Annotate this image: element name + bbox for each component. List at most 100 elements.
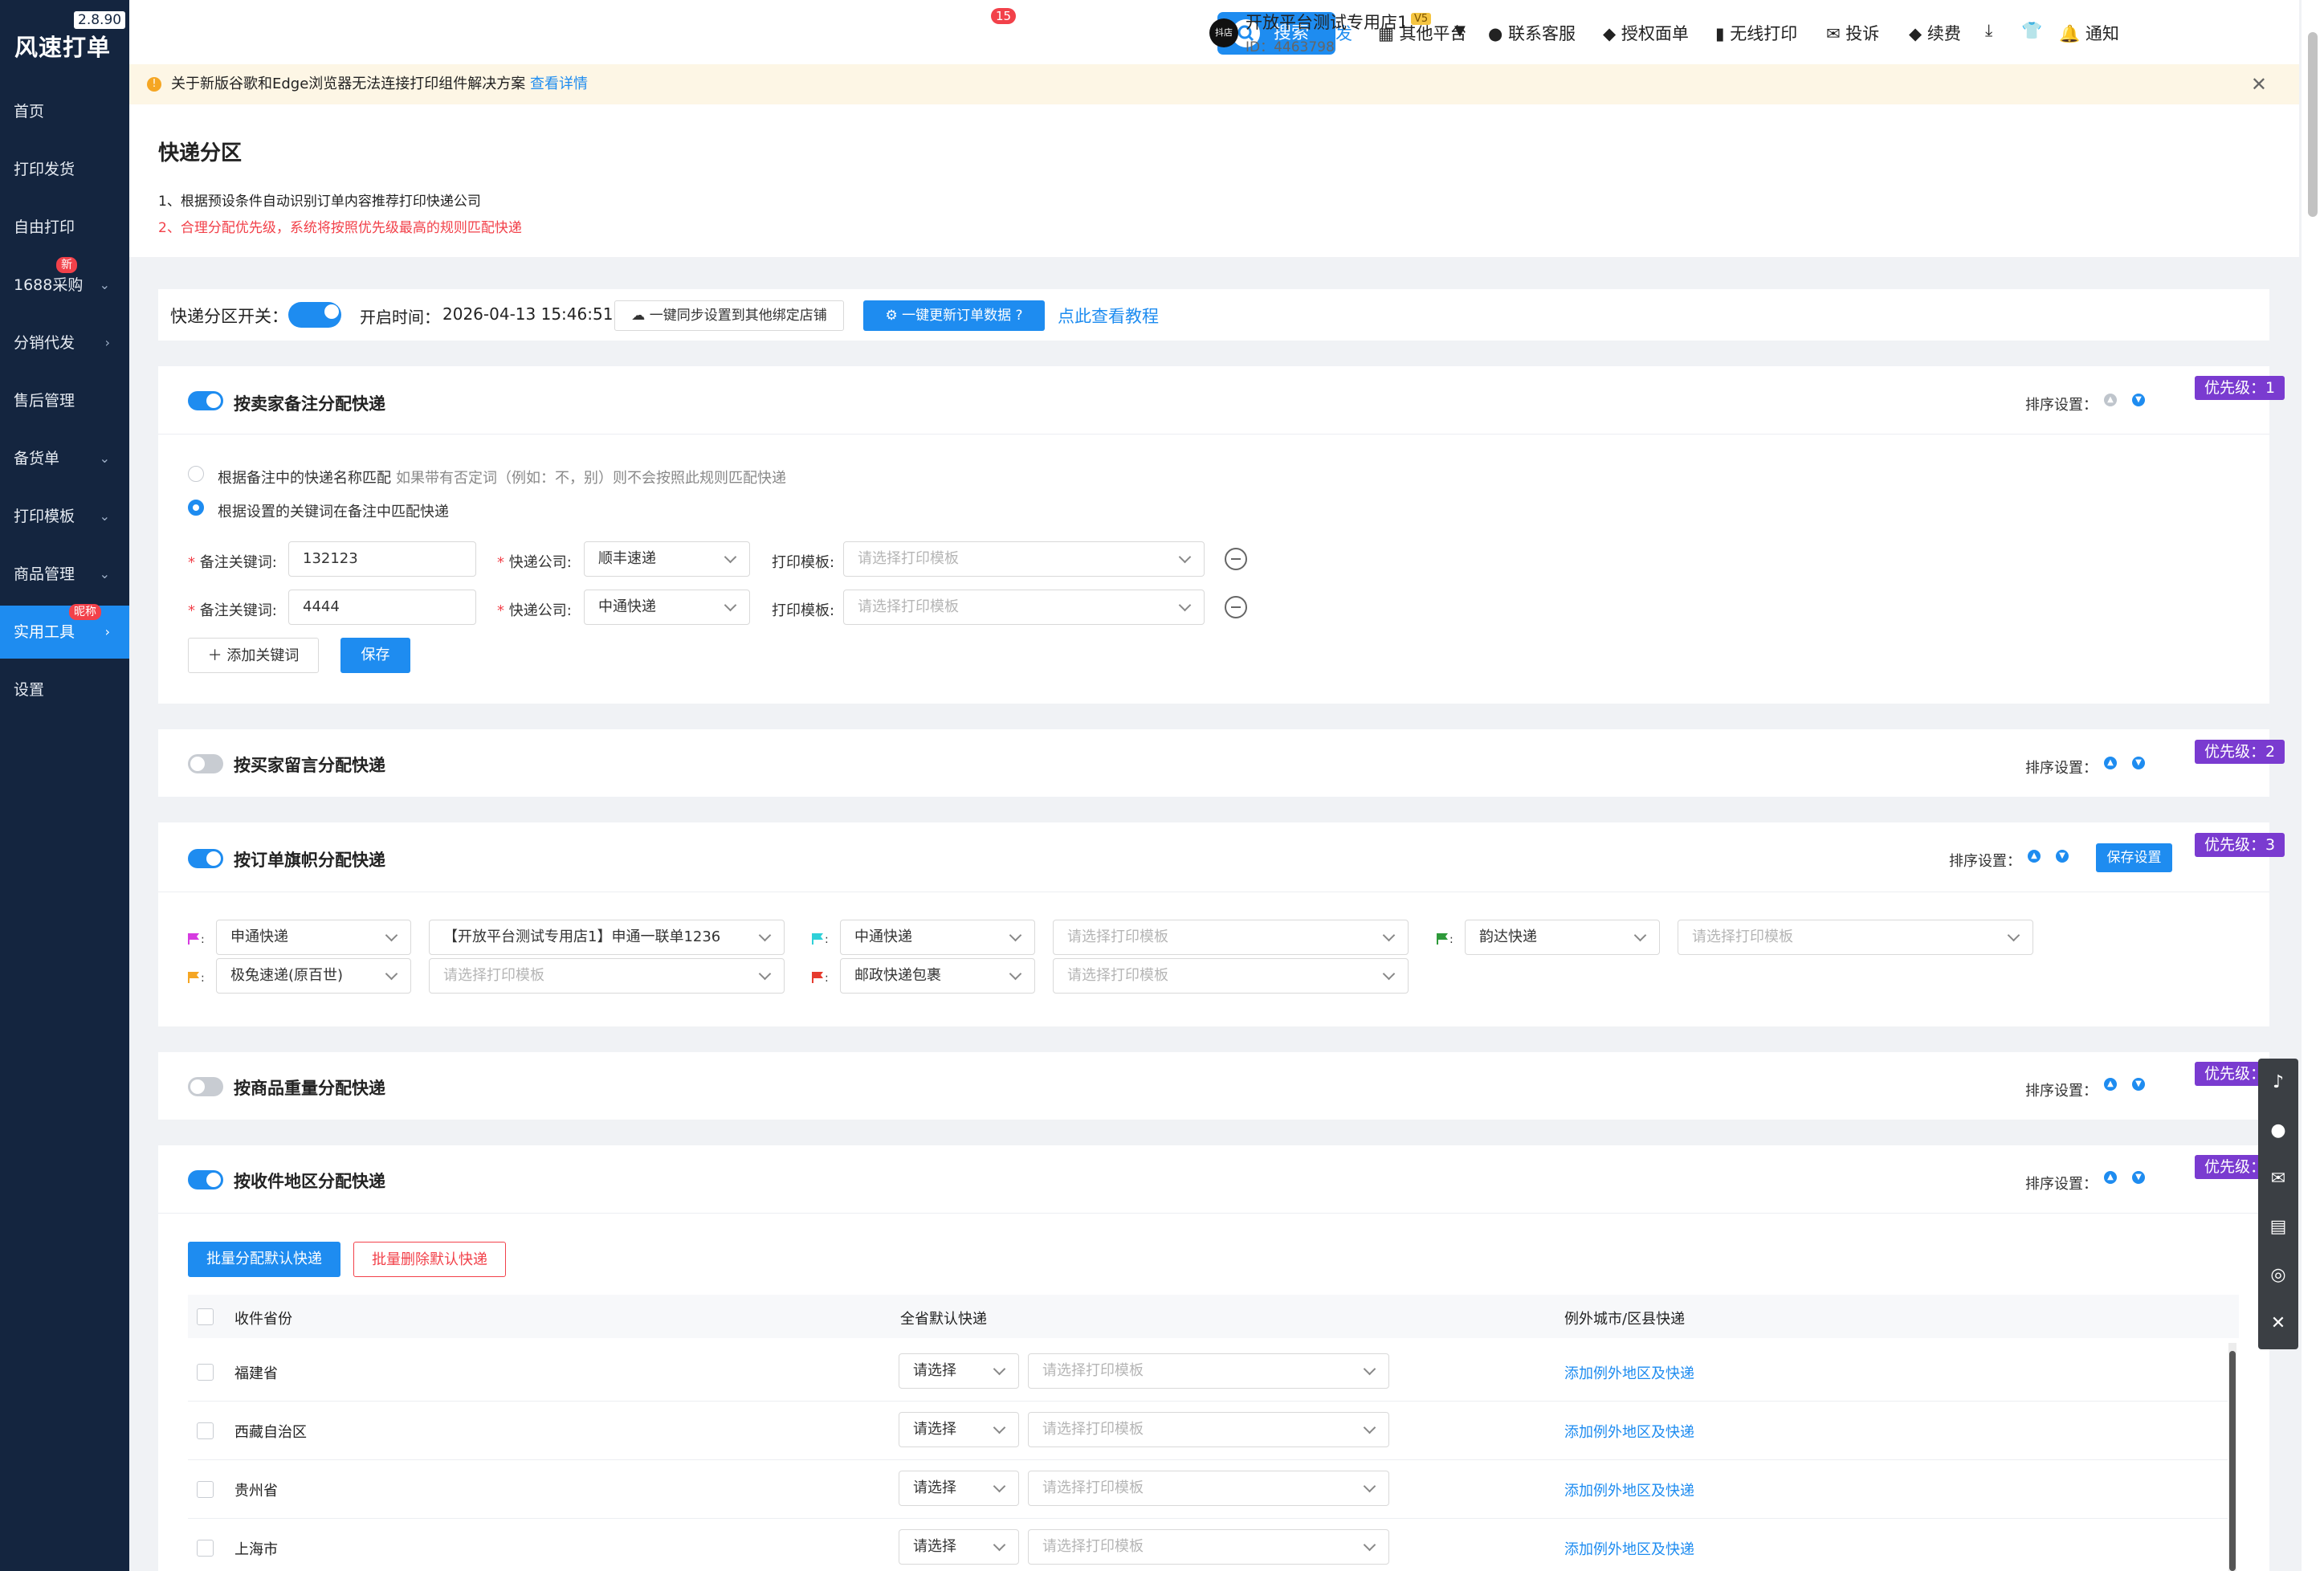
company-select[interactable]: 顺丰速递 <box>584 541 750 577</box>
page-scroll-thumb[interactable] <box>2308 32 2318 217</box>
flag-template-select[interactable]: 请选择打印模板 <box>1053 958 1409 994</box>
row-checkbox[interactable] <box>197 1364 214 1381</box>
sort-up-icon[interactable]: ▲ <box>2104 1171 2117 1184</box>
sidebar-item-7[interactable]: 打印模板 ⌄ <box>0 490 129 543</box>
flag-template-select[interactable]: 【开放平台测试专用店1】申通一联单1236 <box>429 920 785 955</box>
table-scroll-thumb[interactable] <box>2229 1351 2236 1571</box>
sort-up-icon[interactable]: ▲ <box>2028 850 2041 863</box>
page-scrollbar[interactable] <box>2302 0 2324 1571</box>
default-courier-select[interactable]: 请选择 <box>899 1529 1019 1565</box>
update-orders-button[interactable]: ⚙ 一键更新订单数据 ? <box>863 300 1045 331</box>
sidebar-item-10[interactable]: 设置 <box>0 663 129 716</box>
sort-down-icon[interactable]: ▼ <box>2132 394 2145 406</box>
avatar[interactable]: 抖店 <box>1209 18 1238 47</box>
shirt-icon[interactable]: 👕 <box>2021 21 2042 41</box>
keyword-input[interactable]: 132123 <box>288 541 476 577</box>
add-exception-link[interactable]: 添加例外地区及快递 <box>1564 1479 1694 1500</box>
flag-company-select[interactable]: 中通快递 <box>840 920 1035 955</box>
sort-down-icon[interactable]: ▼ <box>2132 1171 2145 1184</box>
table-scrollbar[interactable] <box>2228 1343 2236 1571</box>
remove-keyword-icon[interactable] <box>1225 596 1247 618</box>
radio-match-name[interactable] <box>188 466 204 482</box>
sort-down-icon[interactable]: ▼ <box>2132 757 2145 769</box>
app-logo[interactable]: 风速打单 <box>14 29 111 63</box>
compass-icon[interactable]: ◎ <box>2258 1251 2298 1300</box>
sidebar-item-6[interactable]: 备货单 ⌄ <box>0 432 129 485</box>
add-exception-link[interactable]: 添加例外地区及快递 <box>1564 1538 1694 1559</box>
flag-template-select[interactable]: 请选择打印模板 <box>1053 920 1409 955</box>
order-flag-toggle[interactable] <box>188 849 223 868</box>
flag-company-select[interactable]: 极兔速递(原百世) <box>216 958 411 994</box>
topbar-item-6[interactable]: 🔔 通知 <box>2059 21 2119 45</box>
sidebar-item-5[interactable]: 售后管理 <box>0 374 129 427</box>
topbar-item-2[interactable]: ◆ 授权面单 <box>1603 21 1689 45</box>
nav-badge: 新 <box>56 257 77 273</box>
select-all-checkbox[interactable] <box>197 1308 214 1325</box>
buyer-message-toggle[interactable] <box>188 754 223 773</box>
topbar-item-label: 无线打印 <box>1730 24 1798 43</box>
default-courier-select[interactable]: 请选择 <box>899 1412 1019 1447</box>
batch-delete-button[interactable]: 批量删除默认快递 <box>353 1242 506 1277</box>
flag-company-select[interactable]: 邮政快递包裹 <box>840 958 1035 994</box>
template-select[interactable]: 请选择打印模板 <box>843 541 1205 577</box>
sort-up-icon[interactable]: ▲ <box>2104 394 2117 406</box>
batch-assign-button[interactable]: 批量分配默认快递 <box>188 1242 340 1277</box>
add-exception-link[interactable]: 添加例外地区及快递 <box>1564 1421 1694 1442</box>
close-icon[interactable]: ✕ <box>2258 1300 2298 1348</box>
account-dropdown-icon[interactable]: ▼ <box>1454 22 1466 39</box>
sidebar-item-4[interactable]: 分销代发 › <box>0 316 129 369</box>
flag-company-select[interactable]: 韵达快递 <box>1465 920 1660 955</box>
sidebar-item-2[interactable]: 自由打印 <box>0 201 129 254</box>
row-checkbox[interactable] <box>197 1422 214 1439</box>
topbar-item-4[interactable]: ✉ 投诉 <box>1826 21 1879 45</box>
add-keyword-button[interactable]: ＋ 添加关键词 <box>188 638 319 673</box>
weight-toggle[interactable] <box>188 1077 223 1096</box>
shield-check-icon: ◆ <box>1909 24 1927 43</box>
update-orders-label: 一键更新订单数据 <box>902 308 1012 324</box>
topbar-item-1[interactable]: ● 联系客服 <box>1488 21 1576 45</box>
keyword-input[interactable]: 4444 <box>288 590 476 625</box>
sort-down-icon[interactable]: ▼ <box>2056 850 2069 863</box>
topbar-item-3[interactable]: ▮ 无线打印 <box>1715 21 1797 45</box>
remove-keyword-icon[interactable] <box>1225 548 1247 570</box>
template-select[interactable]: 请选择打印模板 <box>843 590 1205 625</box>
sidebar-item-0[interactable]: 首页 <box>0 85 129 138</box>
controls-bar: 快递分区开关： 开启时间： 2026-04-13 15:46:51 ☁ 一键同步… <box>158 289 2269 341</box>
default-template-select[interactable]: 请选择打印模板 <box>1028 1412 1389 1447</box>
seller-note-toggle[interactable] <box>188 391 223 410</box>
radio-match-keyword[interactable] <box>188 500 204 516</box>
sort-up-icon[interactable]: ▲ <box>2104 757 2117 769</box>
sidebar-item-9[interactable]: 实用工具 › 昵称 <box>0 604 129 659</box>
save-keywords-button[interactable]: 保存 <box>340 638 410 673</box>
sort-up-icon[interactable]: ▲ <box>2104 1078 2117 1091</box>
default-template-select[interactable]: 请选择打印模板 <box>1028 1353 1389 1389</box>
mail-icon[interactable]: ✉ <box>2258 1155 2298 1203</box>
qq-icon[interactable]: ● <box>2258 1107 2298 1155</box>
save-flag-settings-button[interactable]: 保存设置 <box>2096 843 2172 872</box>
topbar-item-5[interactable]: ◆ 续费 <box>1909 21 1961 45</box>
flag-company-select[interactable]: 申通快递 <box>216 920 411 955</box>
tutorial-link[interactable]: 点此查看教程 <box>1058 304 1159 328</box>
add-exception-link[interactable]: 添加例外地区及快递 <box>1564 1362 1694 1383</box>
region-toggle[interactable] <box>188 1170 223 1189</box>
master-switch-toggle[interactable] <box>288 302 341 328</box>
row-checkbox[interactable] <box>197 1481 214 1498</box>
sidebar-item-1[interactable]: 打印发货 <box>0 143 129 196</box>
sort-down-icon[interactable]: ▼ <box>2132 1078 2145 1091</box>
row-checkbox[interactable] <box>197 1540 214 1557</box>
flag-template-select[interactable]: 请选择打印模板 <box>1678 920 2033 955</box>
default-template-select[interactable]: 请选择打印模板 <box>1028 1529 1389 1565</box>
default-courier-select[interactable]: 请选择 <box>899 1471 1019 1506</box>
default-template-select[interactable]: 请选择打印模板 <box>1028 1471 1389 1506</box>
sidebar-item-8[interactable]: 商品管理 ⌄ <box>0 548 129 601</box>
notice-detail-link[interactable]: 查看详情 <box>530 75 588 92</box>
company-select[interactable]: 中通快递 <box>584 590 750 625</box>
tiktok-icon[interactable]: ♪ <box>2258 1059 2298 1107</box>
doc-icon[interactable]: ▤ <box>2258 1203 2298 1251</box>
flag-template-select[interactable]: 请选择打印模板 <box>429 958 785 994</box>
sync-settings-button[interactable]: ☁ 一键同步设置到其他绑定店铺 <box>614 300 844 331</box>
download-icon[interactable]: ⤓ <box>1985 21 1992 41</box>
notice-close-icon[interactable]: ✕ <box>2251 64 2267 104</box>
sidebar-item-3[interactable]: 1688采购 ⌄ 新 <box>0 257 129 312</box>
default-courier-select[interactable]: 请选择 <box>899 1353 1019 1389</box>
